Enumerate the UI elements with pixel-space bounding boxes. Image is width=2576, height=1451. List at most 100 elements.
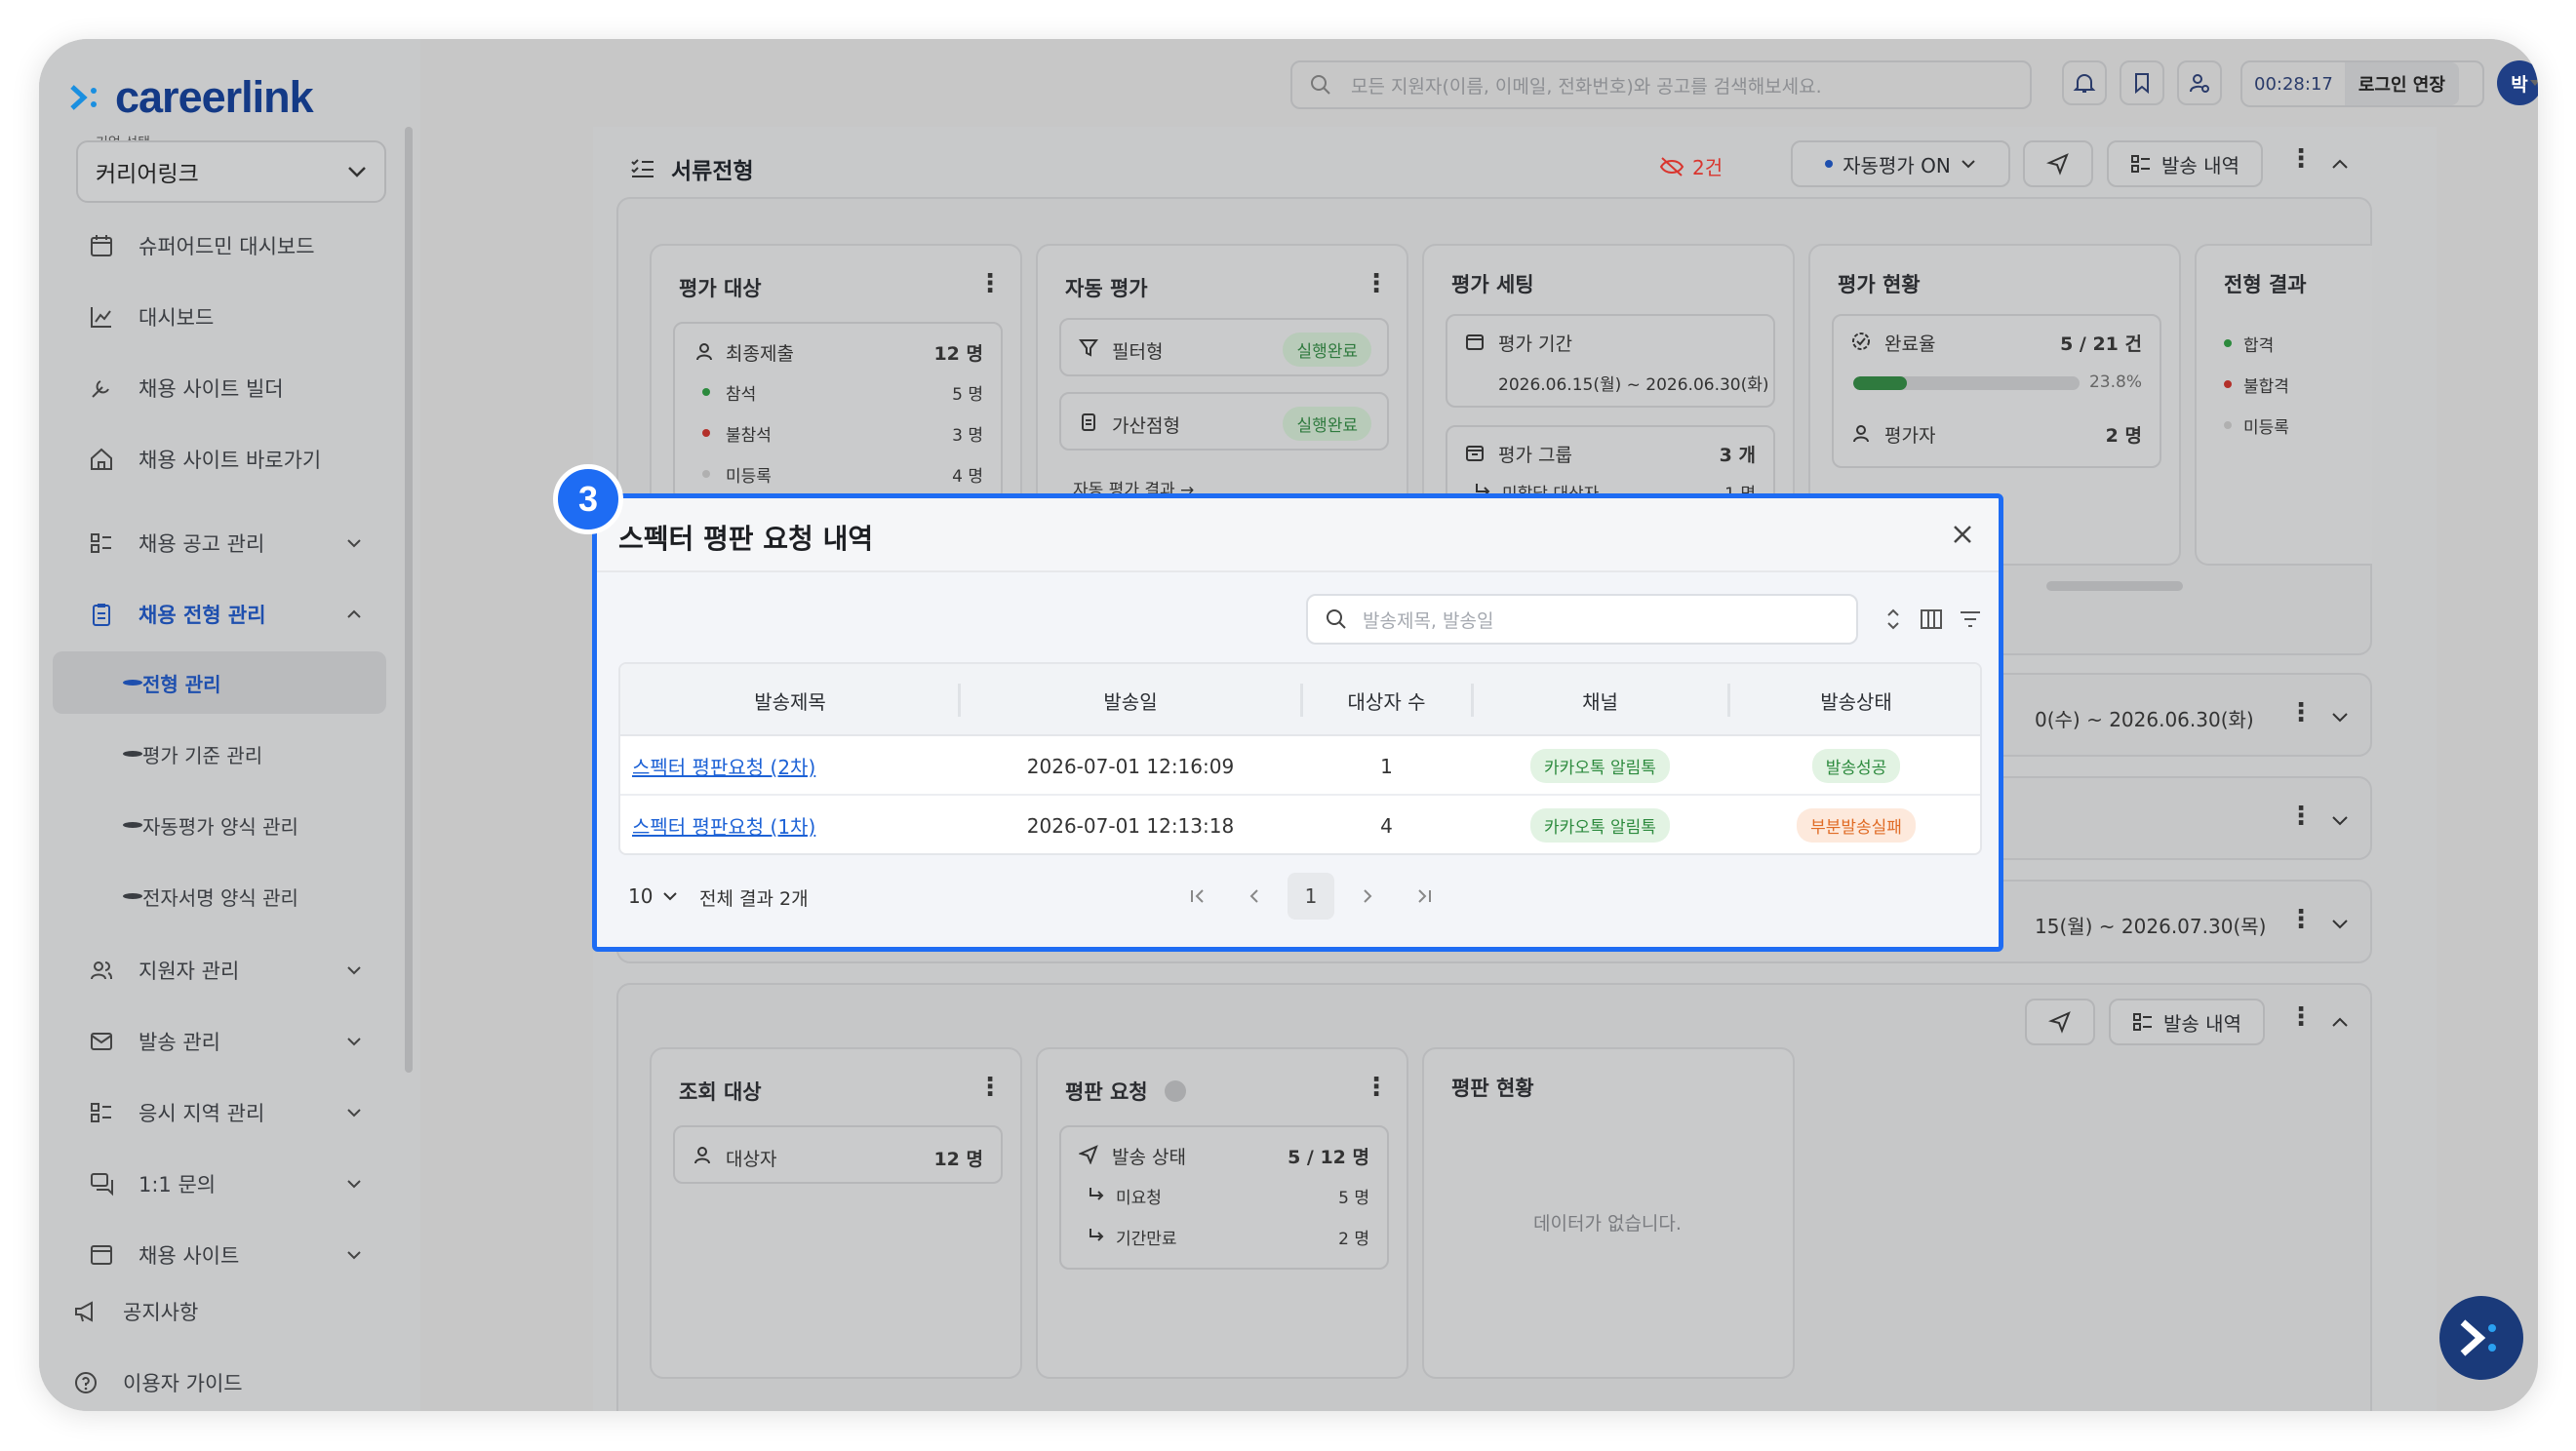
company-select-value: 커리어링크 bbox=[96, 162, 199, 187]
last-page-button[interactable] bbox=[1401, 873, 1447, 920]
checklist-icon bbox=[631, 159, 654, 177]
chevron-up-icon[interactable] bbox=[2331, 158, 2349, 170]
sidebar-item-label: 1:1 문의 bbox=[139, 1173, 217, 1196]
first-page-button[interactable] bbox=[1174, 873, 1221, 920]
sidebar-item-job-posts[interactable]: 채용 공고 관리 bbox=[39, 515, 420, 571]
status-badge: 발송성공 bbox=[1811, 749, 1901, 783]
sidebar-item-guide[interactable]: 이용자 가이드 bbox=[39, 1354, 420, 1411]
calendar-group-icon bbox=[1466, 446, 1484, 461]
completion-progress-bar bbox=[1853, 376, 2080, 390]
send-status-label: 발송 상태 bbox=[1112, 1147, 1186, 1168]
sidebar-item-site-shortcut[interactable]: 채용 사이트 바로가기 bbox=[39, 431, 420, 488]
score-row[interactable]: 가산점형 실행완료 bbox=[1059, 392, 1389, 451]
column-header-count[interactable]: 대상자 수 bbox=[1301, 664, 1472, 736]
notification-button[interactable] bbox=[2062, 60, 2107, 105]
close-icon[interactable] bbox=[1948, 520, 1977, 549]
eval-period-value: 2026.06.15(월) ~ 2026.06.30(화) bbox=[1498, 375, 1769, 395]
sidebar-item-notice[interactable]: 공지사항 bbox=[39, 1283, 420, 1340]
ref-target-card: 조회 대상 ⋮ 대상자 12 명 bbox=[650, 1047, 1022, 1379]
caret-down-icon[interactable] bbox=[2528, 78, 2538, 88]
chevron-down-icon[interactable] bbox=[2331, 815, 2349, 827]
card-title: 전형 결과 bbox=[2224, 273, 2307, 296]
more-options-icon[interactable]: ⋮ bbox=[1364, 1073, 1389, 1102]
user-settings-button[interactable] bbox=[2177, 60, 2222, 105]
card-title: 조회 대상 bbox=[679, 1080, 762, 1104]
chevron-down-icon[interactable] bbox=[2331, 712, 2349, 724]
modal-body: 발송제목, 발송일 발송제목 발송일 대상자 수 채널 발송상태 스펙터 평판요… bbox=[597, 572, 1999, 947]
hidden-count[interactable]: 2건 bbox=[1659, 152, 1723, 180]
company-select[interactable]: 커리어링크 bbox=[76, 140, 386, 203]
sidebar-item-applicants[interactable]: 지원자 관리 bbox=[39, 942, 420, 999]
send-history-button[interactable]: 발송 내역 bbox=[2109, 999, 2265, 1045]
assistant-fab-button[interactable] bbox=[2439, 1296, 2523, 1380]
eye-off-icon bbox=[1659, 156, 1684, 176]
ref-status-card: 평판 현황 데이터가 없습니다. bbox=[1422, 1047, 1795, 1379]
chevron-down-icon bbox=[347, 966, 361, 975]
extend-login-button[interactable]: 로그인 연장 bbox=[2344, 62, 2459, 105]
more-options-icon[interactable]: ⋮ bbox=[2288, 905, 2314, 934]
columns-icon[interactable] bbox=[1920, 608, 1943, 631]
horizontal-scrollbar[interactable] bbox=[2046, 581, 2183, 591]
sidebar-item-sending[interactable]: 발송 관리 bbox=[39, 1013, 420, 1070]
sidebar-item-recruit-site[interactable]: 채용 사이트 bbox=[39, 1227, 420, 1283]
table-row[interactable]: 스펙터 평판요청 (2차) 2026-07-01 12:16:09 1 카카오톡… bbox=[620, 736, 1980, 796]
more-options-icon[interactable]: ⋮ bbox=[2288, 698, 2314, 727]
careerlink-logo[interactable]: careerlink bbox=[68, 68, 314, 127]
user-icon bbox=[694, 1147, 710, 1164]
table-row[interactable]: 스펙터 평판요청 (1차) 2026-07-01 12:13:18 4 카카오톡… bbox=[620, 796, 1980, 853]
unreg-label: 미등록 bbox=[726, 467, 772, 487]
global-search-input[interactable]: 모든 지원자(이름, 이메일, 전화번호)와 공고를 검색해보세요. bbox=[1290, 60, 2032, 109]
sidebar-item-recruit-stage[interactable]: 채용 전형 관리 bbox=[39, 586, 420, 643]
request-history-table: 발송제목 발송일 대상자 수 채널 발송상태 스펙터 평판요청 (2차) 202… bbox=[618, 662, 1982, 855]
page-size-select[interactable]: 10 bbox=[628, 884, 678, 908]
column-header-date[interactable]: 발송일 bbox=[960, 664, 1301, 736]
pending-label: 미요청 bbox=[1116, 1189, 1162, 1208]
info-icon[interactable] bbox=[1165, 1080, 1186, 1102]
row-title-text[interactable]: 스펙터 평판요청 (2차) bbox=[632, 752, 815, 780]
auto-eval-toggle[interactable]: 자동평가 ON bbox=[1791, 140, 2010, 187]
next-page-button[interactable] bbox=[1344, 873, 1391, 920]
send-history-button[interactable]: 발송 내역 bbox=[2107, 140, 2263, 187]
column-header-status[interactable]: 발송상태 bbox=[1728, 664, 1980, 736]
card-title: 평가 현황 bbox=[1838, 273, 1921, 296]
send-button[interactable] bbox=[2025, 999, 2095, 1045]
column-header-title[interactable]: 발송제목 bbox=[620, 664, 960, 736]
page-button-current[interactable]: 1 bbox=[1288, 873, 1334, 920]
column-header-channel[interactable]: 채널 bbox=[1472, 664, 1728, 736]
sidebar-subitem-auto-eval-form[interactable]: 자동평가 양식 관리 bbox=[53, 794, 386, 856]
channel-badge: 카카오톡 알림톡 bbox=[1530, 749, 1670, 783]
more-options-icon[interactable]: ⋮ bbox=[2288, 1002, 2314, 1032]
more-options-icon[interactable]: ⋮ bbox=[1364, 269, 1389, 298]
send-button[interactable] bbox=[2023, 140, 2093, 187]
eval-period-box[interactable]: 평가 기간 2026.06.15(월) ~ 2026.06.30(화) bbox=[1446, 314, 1775, 408]
sidebar-item-dashboard[interactable]: 대시보드 bbox=[39, 289, 420, 345]
modal-search-input[interactable]: 발송제목, 발송일 bbox=[1306, 594, 1858, 645]
ref-target-row[interactable]: 대상자 12 명 bbox=[673, 1125, 1003, 1184]
sidebar-subitem-stage-management[interactable]: 전형 관리 bbox=[53, 651, 386, 714]
chevron-up-icon[interactable] bbox=[2331, 1016, 2349, 1028]
sidebar-item-superadmin-dashboard[interactable]: 슈퍼어드민 대시보드 bbox=[39, 217, 420, 274]
sidebar-subitem-esign-form[interactable]: 전자서명 양식 관리 bbox=[53, 865, 386, 927]
row-title-link[interactable]: 스펙터 평판요청 (1차) bbox=[632, 796, 960, 853]
sort-icon[interactable] bbox=[1886, 608, 1900, 631]
sidebar-item-label: 지원자 관리 bbox=[139, 960, 240, 983]
filter-icon[interactable] bbox=[1959, 609, 1982, 629]
more-options-icon[interactable]: ⋮ bbox=[977, 269, 1003, 298]
sidebar: careerlink 기업 선택 커리어링크 슈퍼어드민 대시보드 대시보드 채… bbox=[39, 39, 420, 1411]
prev-page-button[interactable] bbox=[1231, 873, 1278, 920]
send-icon bbox=[2048, 1011, 2071, 1034]
sidebar-item-site-builder[interactable]: 채용 사이트 빌더 bbox=[39, 360, 420, 416]
sidebar-item-inquiry[interactable]: 1:1 문의 bbox=[39, 1156, 420, 1212]
row-title-text[interactable]: 스펙터 평판요청 (1차) bbox=[632, 811, 815, 840]
row-date: 2026-07-01 12:13:18 bbox=[1026, 813, 1235, 838]
bookmark-button[interactable] bbox=[2120, 60, 2164, 105]
more-options-icon[interactable]: ⋮ bbox=[2288, 802, 2314, 831]
filter-row[interactable]: 필터형 실행완료 bbox=[1059, 318, 1389, 376]
more-options-icon[interactable]: ⋮ bbox=[2288, 144, 2314, 174]
row-title-link[interactable]: 스펙터 평판요청 (2차) bbox=[632, 736, 960, 796]
sidebar-subitem-eval-criteria[interactable]: 평가 기준 관리 bbox=[53, 723, 386, 785]
sidebar-item-region[interactable]: 응시 지역 관리 bbox=[39, 1084, 420, 1141]
more-options-icon[interactable]: ⋮ bbox=[977, 1073, 1003, 1102]
chevron-down-icon[interactable] bbox=[2331, 919, 2349, 930]
list-icon bbox=[88, 1099, 115, 1126]
